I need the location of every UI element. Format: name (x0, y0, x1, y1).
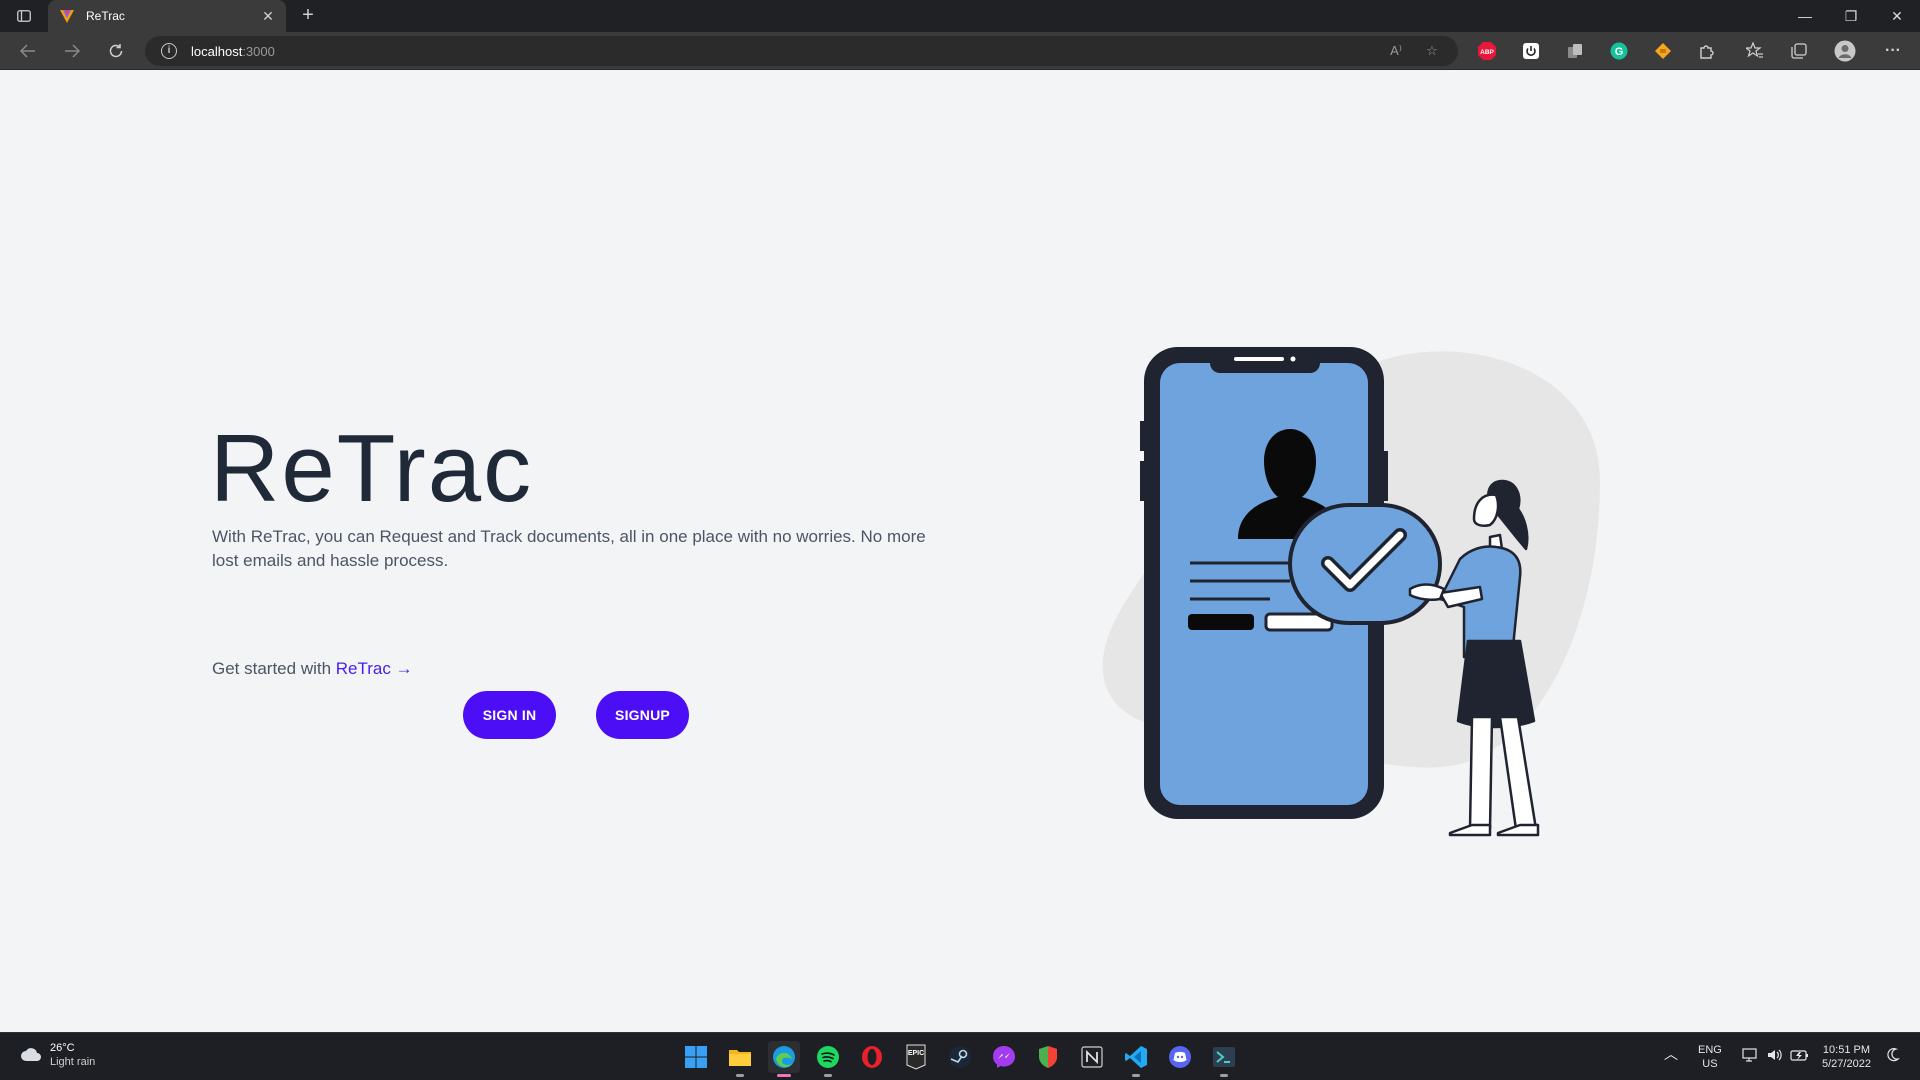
terminal-icon[interactable] (1208, 1041, 1240, 1077)
edge-icon[interactable] (768, 1041, 800, 1077)
profile-avatar-icon[interactable] (1834, 40, 1856, 62)
add-favorite-icon[interactable]: ☆ (1423, 42, 1441, 60)
file-explorer-icon[interactable] (724, 1041, 756, 1077)
more-options-icon[interactable]: ··· (1882, 40, 1904, 62)
steam-icon[interactable] (944, 1041, 976, 1073)
close-window-button[interactable]: ✕ (1874, 0, 1920, 32)
tab-title: ReTrac (86, 9, 125, 23)
puzzle-icon[interactable] (1696, 40, 1718, 62)
checkmark-bubble-icon (1288, 503, 1442, 625)
power-icon[interactable] (1520, 40, 1542, 62)
hero-title: ReTrac (210, 415, 534, 522)
get-started-prefix: Get started with (212, 659, 336, 678)
cloud-rain-icon (21, 1048, 41, 1061)
refresh-button[interactable] (102, 38, 130, 64)
clock[interactable]: 10:51 PM 5/27/2022 (1822, 1043, 1871, 1071)
svg-text:ABP: ABP (1480, 49, 1494, 56)
clock-time: 10:51 PM (1822, 1044, 1871, 1056)
dark-field (1188, 614, 1254, 630)
svg-text:G: G (1615, 46, 1624, 58)
weather-condition: Light rain (50, 1056, 96, 1068)
collections-icon[interactable] (1788, 40, 1810, 62)
arrow-right-icon (65, 44, 80, 58)
tab-close-icon[interactable]: ✕ (260, 8, 276, 25)
sign-in-button[interactable]: SIGN IN (463, 691, 556, 739)
page-content: ReTrac With ReTrac, you can Request and … (0, 71, 1920, 1031)
minimize-button[interactable]: — (1782, 0, 1828, 32)
notion-icon[interactable] (1076, 1041, 1108, 1073)
vscode-icon[interactable] (1120, 1041, 1152, 1077)
site-info-icon[interactable]: i (161, 43, 177, 59)
browser-tab[interactable]: ReTrac ✕ (48, 0, 286, 32)
hero-description: With ReTrac, you can Request and Track d… (212, 527, 926, 570)
windows-start-icon[interactable] (680, 1041, 712, 1073)
new-tab-button[interactable]: + (296, 4, 320, 28)
quiet-hours-icon[interactable] (1886, 1047, 1900, 1067)
restore-button[interactable]: ❐ (1828, 0, 1874, 32)
favorites-icon[interactable] (1744, 40, 1766, 62)
get-started-link[interactable]: ReTrac → (336, 659, 413, 678)
region-code: US (1702, 1058, 1718, 1070)
messenger-icon[interactable] (988, 1041, 1020, 1073)
back-button[interactable] (14, 38, 42, 64)
refresh-icon (109, 44, 123, 58)
read-aloud-icon[interactable]: A⁾ (1387, 42, 1405, 60)
url-host: localhost (191, 43, 243, 59)
opera-icon[interactable] (856, 1041, 888, 1073)
epic-label: EPIC (907, 1050, 925, 1057)
show-hidden-icons-button[interactable]: ︿ (1664, 1047, 1678, 1061)
epic-games-icon[interactable]: EPIC (900, 1041, 932, 1073)
language-indicator[interactable]: ENG US (1698, 1043, 1722, 1071)
url-port: :3000 (242, 43, 275, 59)
volume-icon[interactable] (1766, 1047, 1784, 1067)
windows-taskbar: 26°C Light rain EPIC ︿ ENG US 10:51 PM 5… (0, 1032, 1920, 1080)
network-icon[interactable] (1742, 1047, 1760, 1067)
language-code: ENG (1698, 1044, 1722, 1056)
adblock-extension-icon[interactable]: ABP (1476, 40, 1498, 62)
address-bar[interactable]: i localhost :3000 A⁾ ☆ (145, 36, 1458, 66)
clock-date: 5/27/2022 (1822, 1058, 1871, 1070)
get-started-text: Get started with ReTrac → (212, 659, 413, 679)
battery-icon[interactable] (1790, 1047, 1810, 1067)
browser-toolbar: i localhost :3000 A⁾ ☆ ABP G ··· (0, 32, 1920, 70)
shield-browser-icon[interactable] (1032, 1041, 1064, 1073)
spotify-icon[interactable] (812, 1041, 844, 1077)
tab-actions-icon[interactable] (10, 6, 38, 26)
forward-button[interactable] (58, 38, 86, 64)
arrow-left-icon (20, 44, 35, 58)
tab-strip: ReTrac ✕ + — ❐ ✕ (0, 0, 1920, 32)
grammarly-icon[interactable]: G (1608, 40, 1630, 62)
weather-temp: 26°C (50, 1042, 75, 1054)
copy-icon[interactable] (1564, 40, 1586, 62)
tag-icon[interactable] (1652, 40, 1674, 62)
weather-widget[interactable]: 26°C Light rain (20, 1041, 95, 1069)
signup-button[interactable]: SIGNUP (596, 691, 689, 739)
retrac-favicon-icon (60, 10, 74, 23)
discord-icon[interactable] (1164, 1041, 1196, 1073)
phone-verification-illustration (1102, 347, 1600, 837)
